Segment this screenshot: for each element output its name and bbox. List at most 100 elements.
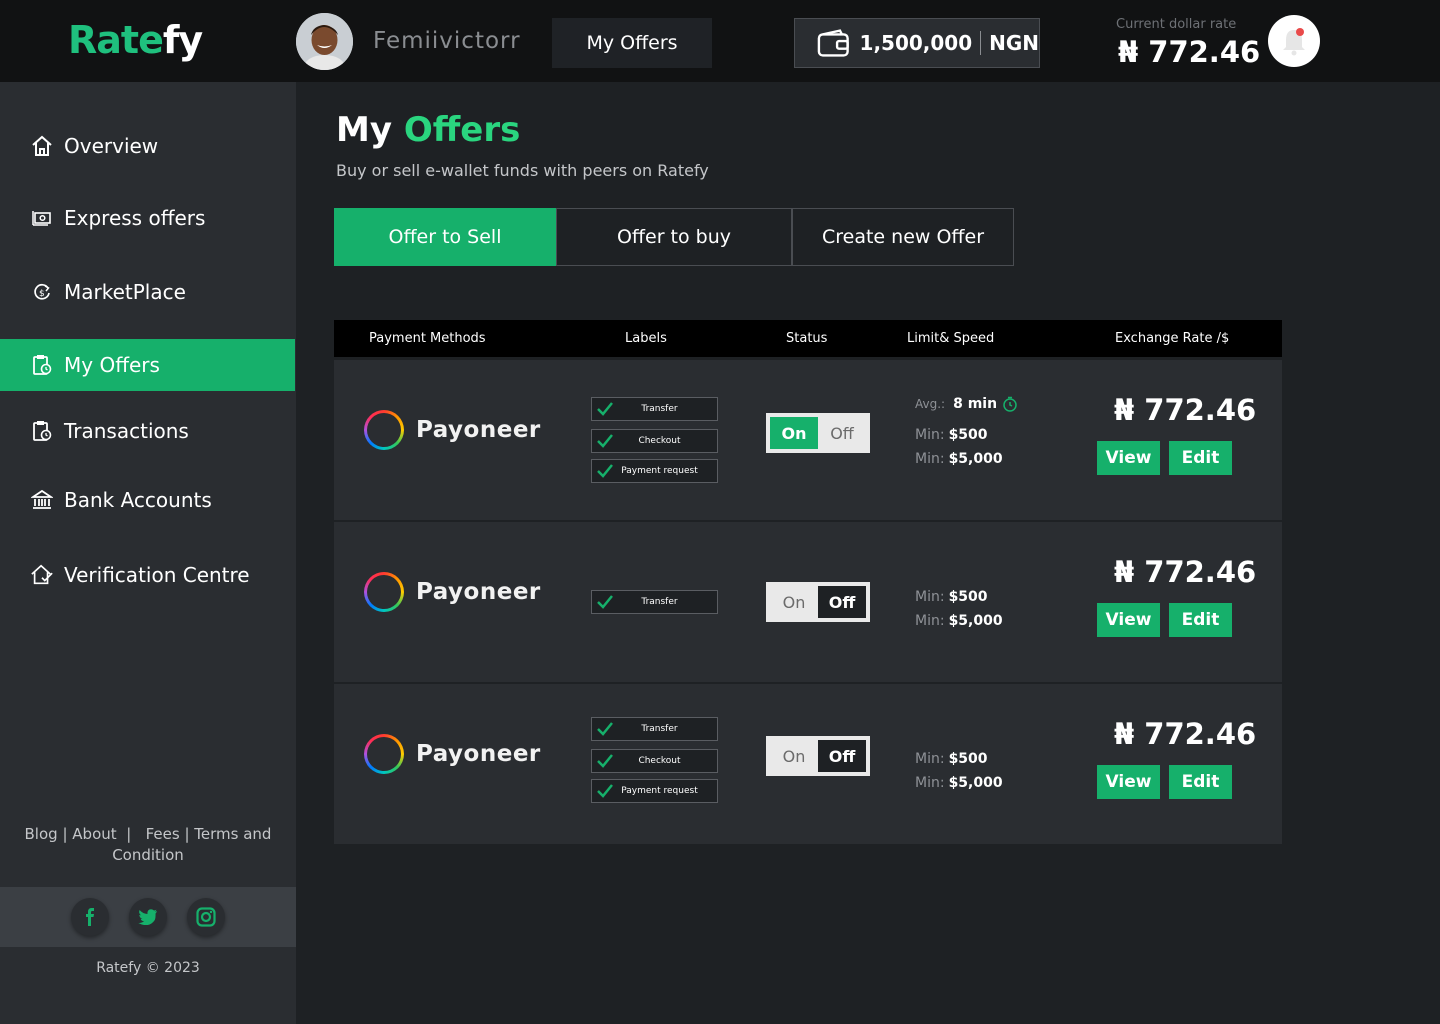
timer-icon: [1003, 396, 1017, 412]
label-text: Transfer: [641, 724, 678, 734]
max-value: $5,000: [948, 613, 1003, 629]
max-label: Min:: [915, 775, 945, 791]
user-avatar-icon: [296, 13, 353, 70]
view-button[interactable]: View: [1097, 603, 1160, 637]
page-subtitle: Buy or sell e-wallet funds with peers on…: [336, 161, 709, 180]
checkmark-icon: [592, 784, 618, 798]
view-button[interactable]: View: [1097, 765, 1160, 799]
footer-separator: |: [184, 825, 190, 843]
status-toggle[interactable]: On Off: [766, 413, 870, 453]
status-toggle[interactable]: On Off: [766, 582, 870, 622]
marketplace-icon: $: [30, 280, 54, 304]
toggle-on[interactable]: On: [770, 586, 818, 618]
column-header-labels: Labels: [625, 331, 667, 346]
fees-link[interactable]: Fees: [146, 825, 180, 843]
label-text: Checkout: [638, 436, 681, 446]
column-header-status: Status: [786, 331, 828, 346]
blog-link[interactable]: Blog: [25, 825, 58, 843]
sidebar-item-label: Verification Centre: [64, 563, 250, 587]
table-row: Payoneer Transfer On Off Min: $500 Min: $5…: [334, 522, 1282, 682]
edit-button[interactable]: Edit: [1169, 603, 1232, 637]
about-link[interactable]: About: [72, 825, 116, 843]
max-limit: Min: $5,000: [915, 613, 1003, 629]
edit-button[interactable]: Edit: [1169, 765, 1232, 799]
bell-icon: [1283, 28, 1305, 56]
logo-text-green: Rate: [68, 18, 164, 62]
wallet-balance[interactable]: 1,500,000 NGN: [794, 18, 1040, 68]
facebook-icon: [86, 908, 94, 926]
avg-value: 8 min: [953, 396, 998, 412]
logo-text-white: fy: [162, 18, 203, 62]
max-limit: Min: $5,000: [915, 451, 1003, 467]
label-transfer: Transfer: [591, 717, 718, 741]
svg-text:$: $: [39, 289, 45, 299]
footer-separator: |: [121, 825, 141, 843]
sidebar-item-label: Bank Accounts: [64, 488, 212, 512]
status-toggle[interactable]: On Off: [766, 736, 870, 776]
offers-table-header: Payment Methods Labels Status Limit& Spe…: [334, 320, 1282, 357]
home-icon: [30, 134, 54, 158]
sidebar-item-transactions[interactable]: Transactions: [0, 405, 295, 457]
checkmark-icon: [592, 754, 618, 768]
tab-offer-to-buy[interactable]: Offer to buy: [556, 208, 792, 266]
sidebar-item-verification-centre[interactable]: Verification Centre: [0, 549, 295, 601]
footer-separator: |: [62, 825, 73, 843]
facebook-button[interactable]: [71, 898, 109, 936]
avg-label: Avg.:: [915, 397, 946, 411]
transactions-icon: [30, 419, 54, 443]
twitter-button[interactable]: [129, 898, 167, 936]
min-label: Min:: [915, 427, 945, 443]
column-header-payment-methods: Payment Methods: [369, 331, 486, 346]
verification-icon: [30, 563, 54, 587]
offers-icon: [30, 353, 54, 377]
instagram-icon: [196, 907, 216, 927]
payment-method-name: Payoneer: [416, 741, 541, 767]
min-limit: Min: $500: [915, 751, 988, 767]
min-limit: Min: $500: [915, 589, 988, 605]
min-label: Min:: [915, 751, 945, 767]
sidebar-item-label: MarketPlace: [64, 280, 186, 304]
max-limit: Min: $5,000: [915, 775, 1003, 791]
label-checkout: Checkout: [591, 749, 718, 773]
label-payment-request: Payment request: [591, 459, 718, 483]
dollar-rate-label: Current dollar rate: [1116, 17, 1237, 32]
label-checkout: Checkout: [591, 429, 718, 453]
username[interactable]: Femiivictorr: [373, 28, 521, 54]
sidebar-item-my-offers[interactable]: My Offers: [0, 339, 295, 391]
sidebar-item-label: Express offers: [64, 206, 206, 230]
logo[interactable]: Ratefy: [68, 18, 203, 62]
exchange-rate: ₦ 772.46: [1114, 393, 1257, 427]
view-button[interactable]: View: [1097, 441, 1160, 475]
my-offers-nav-button[interactable]: My Offers: [552, 18, 712, 68]
toggle-on[interactable]: On: [770, 417, 818, 449]
sidebar-item-label: Overview: [64, 134, 159, 158]
label-transfer: Transfer: [591, 397, 718, 421]
label-payment-request: Payment request: [591, 779, 718, 803]
table-row: Payoneer Transfer Checkout Payment reque…: [334, 360, 1282, 520]
toggle-off[interactable]: Off: [818, 740, 866, 772]
max-label: Min:: [915, 613, 945, 629]
sidebar-item-label: Transactions: [64, 419, 189, 443]
sidebar-item-overview[interactable]: Overview: [0, 120, 295, 172]
instagram-button[interactable]: [187, 898, 225, 936]
label-text: Checkout: [638, 756, 681, 766]
sidebar-item-express-offers[interactable]: Express offers: [0, 192, 295, 244]
avatar[interactable]: [296, 13, 353, 70]
sidebar-item-bank-accounts[interactable]: Bank Accounts: [0, 474, 295, 526]
copyright: Ratefy © 2023: [96, 960, 200, 976]
table-row: Payoneer Transfer Checkout Payment reque…: [334, 684, 1282, 844]
min-value: $500: [948, 589, 988, 605]
sidebar-item-marketplace[interactable]: $ MarketPlace: [0, 266, 295, 318]
page-title-white: My: [336, 110, 392, 150]
payoneer-logo-icon: [364, 410, 404, 450]
exchange-rate: ₦ 772.46: [1114, 555, 1257, 589]
toggle-on[interactable]: On: [770, 740, 818, 772]
min-value: $500: [948, 427, 988, 443]
tab-offer-to-sell[interactable]: Offer to Sell: [334, 208, 556, 266]
create-new-offer-button[interactable]: Create new Offer: [792, 208, 1014, 266]
wallet-amount: 1,500,000: [859, 31, 973, 55]
notification-bell[interactable]: [1268, 15, 1320, 67]
toggle-off[interactable]: Off: [818, 586, 866, 618]
toggle-off[interactable]: Off: [818, 417, 866, 449]
edit-button[interactable]: Edit: [1169, 441, 1232, 475]
